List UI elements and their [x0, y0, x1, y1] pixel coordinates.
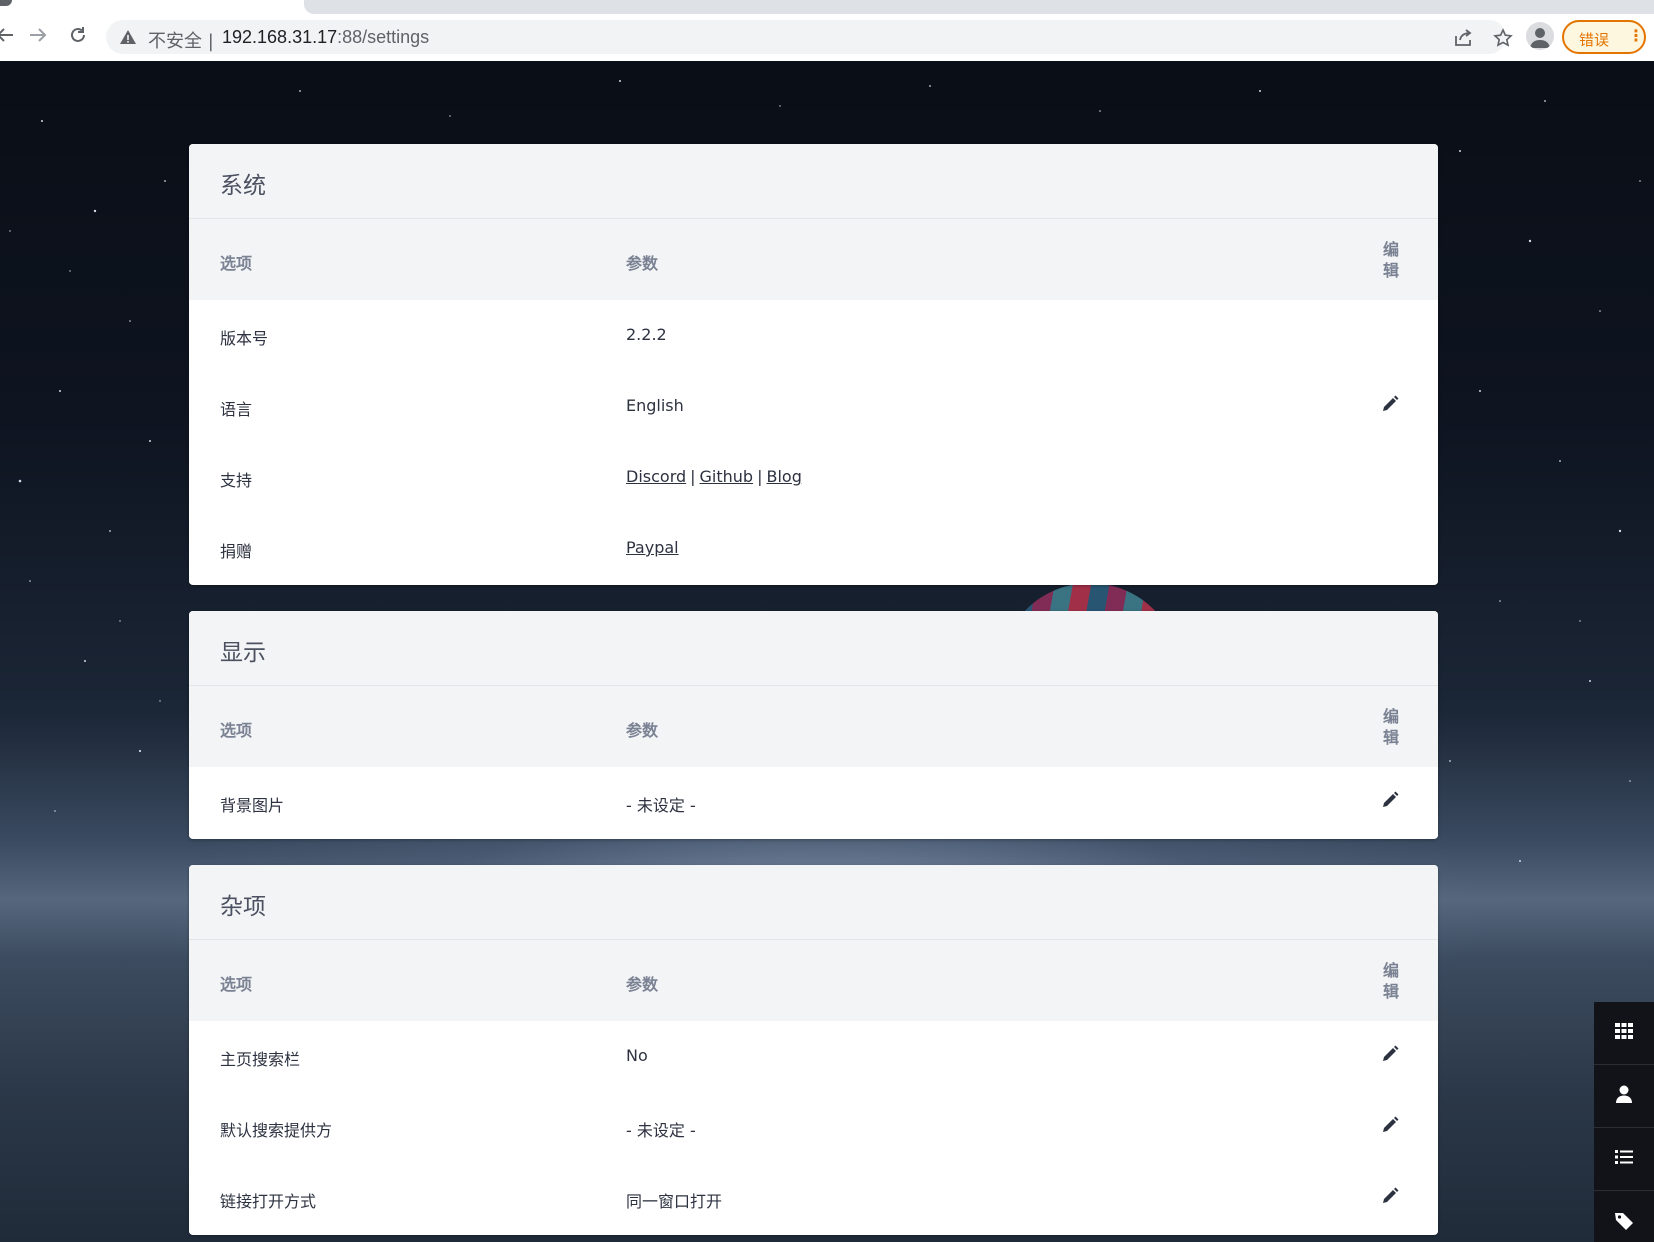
table-row: 主页搜索栏 No	[189, 1021, 1438, 1092]
column-header-value: 参数	[626, 975, 659, 994]
edit-search-bar-button[interactable]	[1379, 1045, 1401, 1067]
tab-strip	[0, 0, 1654, 14]
quick-nav-sidebar	[1594, 1002, 1654, 1242]
profile-button[interactable]	[1526, 22, 1554, 50]
option-label: 链接打开方式	[220, 1192, 317, 1211]
paypal-link[interactable]: Paypal	[626, 538, 679, 557]
insecure-label[interactable]: 不安全 |	[148, 27, 214, 53]
discord-link[interactable]: Discord	[626, 467, 686, 486]
table-header: 选项 参数 编辑	[189, 940, 1438, 1021]
option-label: 捐赠	[220, 542, 253, 561]
blog-link[interactable]: Blog	[766, 467, 801, 486]
support-links: Discord | Github | Blog	[626, 467, 802, 486]
reload-icon	[68, 25, 88, 50]
pencil-icon	[1380, 1115, 1400, 1139]
pencil-icon	[1380, 1044, 1400, 1068]
star-icon[interactable]	[1492, 27, 1514, 49]
pencil-icon	[1380, 394, 1400, 418]
tab-strip-background	[304, 0, 1654, 14]
system-settings-card: 系统 选项 参数 编辑 版本号 2.2.2 语言 English 支持 Disc…	[189, 144, 1438, 585]
list-icon	[1614, 1147, 1634, 1171]
option-value: English	[626, 396, 684, 415]
back-button[interactable]	[0, 20, 22, 54]
url-text[interactable]: 192.168.31.17:88/settings	[222, 27, 429, 48]
error-menu-button[interactable]: 错误 ⋮	[1562, 20, 1646, 54]
address-bar[interactable]: 不安全 | 192.168.31.17:88/settings	[106, 20, 1513, 54]
insecure-text: 不安全	[148, 31, 202, 52]
column-header-option: 选项	[220, 254, 253, 273]
column-header-edit: 编辑	[1382, 707, 1399, 747]
url-host: 192.168.31.17	[222, 27, 338, 47]
tags-button[interactable]	[1594, 1191, 1654, 1242]
forward-button[interactable]	[21, 20, 55, 54]
column-header-option: 选项	[220, 721, 253, 740]
table-row: 支持 Discord | Github | Blog	[189, 442, 1438, 513]
column-header-value: 参数	[626, 721, 659, 740]
display-settings-card: 显示 选项 参数 编辑 背景图片 - 未设定 -	[189, 611, 1438, 839]
link-separator: |	[690, 467, 696, 486]
option-value: - 未设定 -	[626, 796, 696, 815]
back-arrow-icon	[0, 25, 15, 50]
table-row: 捐赠 Paypal	[189, 513, 1438, 584]
table-header: 选项 参数 编辑	[189, 686, 1438, 767]
tag-icon	[1614, 1211, 1634, 1235]
link-separator: |	[757, 467, 763, 486]
error-label: 错误	[1579, 31, 1610, 49]
column-header-option: 选项	[220, 975, 253, 994]
column-header-edit: 编辑	[1382, 240, 1399, 280]
misc-settings-card: 杂项 选项 参数 编辑 主页搜索栏 No 默认搜索提供方 - 未设定 - 链接打…	[189, 865, 1438, 1235]
table-header: 选项 参数 编辑	[189, 219, 1438, 300]
reload-button[interactable]	[61, 20, 95, 54]
warning-icon[interactable]	[119, 28, 137, 46]
kebab-menu-icon: ⋮	[1628, 26, 1644, 45]
user-button[interactable]	[1594, 1065, 1654, 1128]
browser-chrome: 不安全 | 192.168.31.17:88/settings 错误 ⋮	[0, 0, 1654, 61]
option-value: 2.2.2	[626, 325, 667, 344]
edit-background-button[interactable]	[1379, 791, 1401, 813]
card-title: 系统	[220, 173, 266, 199]
option-label: 默认搜索提供方	[220, 1121, 333, 1140]
option-label: 版本号	[220, 329, 269, 348]
column-header-value: 参数	[626, 254, 659, 273]
option-label: 背景图片	[220, 796, 285, 815]
github-link[interactable]: Github	[700, 467, 754, 486]
edit-link-open-mode-button[interactable]	[1379, 1187, 1401, 1209]
donate-links: Paypal	[626, 538, 679, 557]
card-header: 杂项	[189, 865, 1438, 940]
card-header: 显示	[189, 611, 1438, 686]
card-header: 系统	[189, 144, 1438, 219]
pencil-icon	[1380, 1186, 1400, 1210]
card-title: 显示	[220, 640, 266, 666]
table-row: 背景图片 - 未设定 -	[189, 767, 1438, 838]
option-label: 主页搜索栏	[220, 1050, 301, 1069]
table-row: 版本号 2.2.2	[189, 300, 1438, 371]
option-label: 语言	[220, 400, 253, 419]
edit-search-provider-button[interactable]	[1379, 1116, 1401, 1138]
table-row: 默认搜索提供方 - 未设定 -	[189, 1092, 1438, 1163]
option-value: 同一窗口打开	[626, 1192, 723, 1211]
option-label: 支持	[220, 471, 253, 490]
forward-arrow-icon	[28, 25, 48, 50]
apps-grid-icon	[1614, 1021, 1634, 1045]
table-row: 链接打开方式 同一窗口打开	[189, 1163, 1438, 1234]
list-button[interactable]	[1594, 1128, 1654, 1191]
apps-button[interactable]	[1594, 1002, 1654, 1065]
pencil-icon	[1380, 790, 1400, 814]
card-title: 杂项	[220, 894, 266, 920]
tab-edge	[0, 0, 12, 6]
profile-icon	[1526, 28, 1554, 50]
column-header-edit: 编辑	[1382, 961, 1399, 1001]
table-row: 语言 English	[189, 371, 1438, 442]
option-value: No	[626, 1046, 648, 1065]
url-path: :88/settings	[337, 27, 430, 47]
edit-language-button[interactable]	[1379, 395, 1401, 417]
user-icon	[1614, 1084, 1634, 1108]
option-value: - 未设定 -	[626, 1121, 696, 1140]
share-icon[interactable]	[1452, 27, 1474, 49]
